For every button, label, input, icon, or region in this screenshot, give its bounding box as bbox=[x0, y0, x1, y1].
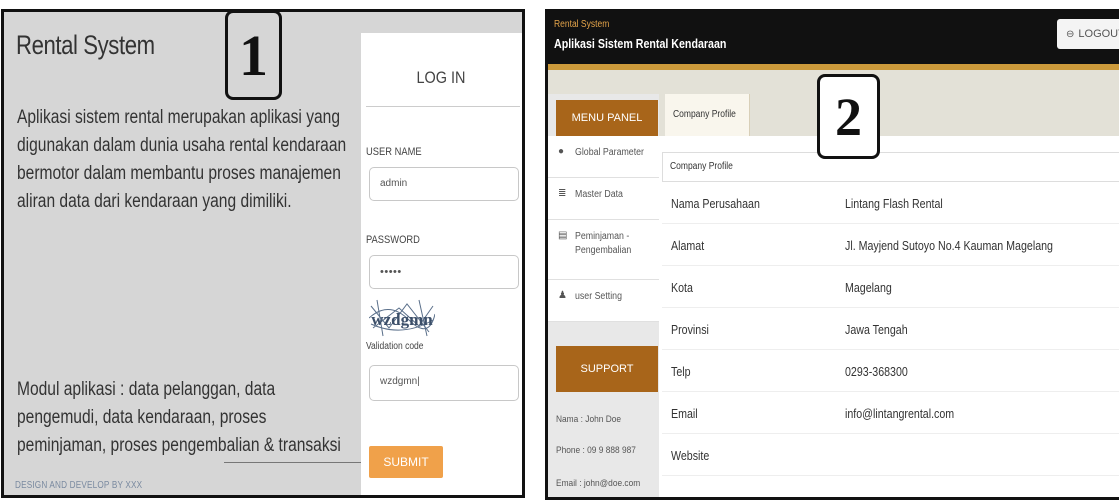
field-key: Email bbox=[671, 406, 698, 421]
table-row: Nama Perusahaan Lintang Flash Rental bbox=[662, 182, 1119, 224]
sidebar-item-label: Global Parameter bbox=[575, 147, 644, 158]
support-email: Email : john@doe.com bbox=[556, 478, 641, 489]
table-row: Kota Magelang bbox=[662, 266, 1119, 308]
username-input[interactable]: admin bbox=[369, 167, 519, 201]
login-heading: LOG IN bbox=[416, 68, 466, 87]
login-divider bbox=[366, 106, 520, 107]
field-key: Kota bbox=[671, 280, 693, 295]
validation-code-input[interactable]: wzdgmn| bbox=[369, 365, 519, 401]
sidebar: MENU PANEL ● Global Parameter ≣ Master D… bbox=[548, 94, 659, 497]
database-icon: ≣ bbox=[558, 188, 567, 199]
table-row: Telp 0293-368300 bbox=[662, 350, 1119, 392]
sidebar-item-peminjaman[interactable]: ▤ Peminjaman - Pengembalian bbox=[548, 220, 659, 280]
module-description: Modul aplikasi : data pelanggan, data pe… bbox=[17, 379, 341, 456]
validation-label: Validation code bbox=[366, 341, 424, 352]
tab-bar: Company Profile bbox=[659, 94, 1119, 136]
company-profile-table: Nama Perusahaan Lintang Flash Rental Alam… bbox=[662, 182, 1119, 476]
document-icon: ▤ bbox=[558, 230, 568, 241]
main-content: Company Profile Company Profile Nama Per… bbox=[659, 94, 1119, 497]
support-name: Nama : John Doe bbox=[556, 414, 622, 425]
field-value: info@lintangrental.com bbox=[845, 406, 955, 421]
screenshot-stage: Rental System Aplikasi sistem rental mer… bbox=[0, 0, 1119, 500]
table-row: Website bbox=[662, 434, 1119, 476]
sidebar-item-master-data[interactable]: ≣ Master Data bbox=[548, 178, 659, 220]
tab-label: Company Profile bbox=[673, 109, 736, 120]
table-row: Email info@lintangrental.com bbox=[662, 392, 1119, 434]
username-label: USER NAME bbox=[366, 146, 422, 158]
table-row: Alamat Jl. Mayjend Sutoyo No.4 Kauman Mag… bbox=[662, 224, 1119, 266]
field-value: Magelang bbox=[845, 280, 892, 295]
support-phone: Phone : 09 9 888 987 bbox=[556, 445, 636, 456]
app-description: Aplikasi sistem rental merupakan aplikas… bbox=[17, 107, 347, 212]
support-title: SUPPORT bbox=[556, 346, 658, 392]
sidebar-item-user-setting[interactable]: ♟ user Setting bbox=[548, 280, 659, 322]
card-title: Company Profile bbox=[670, 161, 733, 172]
sidebar-item-global-parameter[interactable]: ● Global Parameter bbox=[548, 136, 659, 178]
sidebar-item-label: user Setting bbox=[575, 291, 622, 302]
field-key: Alamat bbox=[671, 238, 705, 253]
sidebar-menu: ● Global Parameter ≣ Master Data ▤ Pemin… bbox=[548, 136, 659, 322]
password-input[interactable]: ••••• bbox=[369, 255, 519, 289]
field-key: Provinsi bbox=[671, 322, 709, 337]
field-value: 0293-368300 bbox=[845, 364, 908, 379]
tab-company-profile[interactable]: Company Profile bbox=[665, 94, 750, 136]
top-navbar: Rental System Aplikasi Sistem Rental Ken… bbox=[548, 12, 1119, 64]
table-row: Provinsi Jawa Tengah bbox=[662, 308, 1119, 350]
sidebar-item-label: Master Data bbox=[575, 189, 623, 200]
menu-panel-title: MENU PANEL bbox=[556, 100, 658, 136]
field-key: Website bbox=[671, 448, 710, 463]
sidebar-item-label-group: Peminjaman - Pengembalian bbox=[575, 230, 631, 258]
step-marker-2: 2 bbox=[817, 74, 880, 159]
field-key: Nama Perusahaan bbox=[671, 196, 760, 211]
sidebar-item-label: Peminjaman - bbox=[575, 231, 630, 242]
card-header: Company Profile bbox=[662, 152, 1119, 182]
step-marker-1: 1 bbox=[225, 10, 282, 100]
captcha-text: wzdgmn bbox=[371, 310, 433, 329]
field-key: Telp bbox=[671, 364, 691, 379]
map-marker-icon: ● bbox=[558, 146, 565, 157]
logout-button[interactable]: ⊖LOGOUT bbox=[1057, 19, 1119, 49]
logout-icon: ⊖ bbox=[1066, 29, 1075, 40]
submit-button[interactable]: SUBMIT bbox=[369, 446, 443, 478]
field-value: Lintang Flash Rental bbox=[845, 196, 943, 211]
page-title: Rental System bbox=[16, 30, 155, 60]
user-icon: ♟ bbox=[558, 290, 567, 301]
field-value: Jawa Tengah bbox=[845, 322, 908, 337]
field-value: Jl. Mayjend Sutoyo No.4 Kauman Magelang bbox=[845, 238, 1053, 253]
footer-credit: DESIGN AND DEVELOP BY XXX bbox=[15, 480, 143, 491]
login-form: LOG IN USER NAME admin PASSWORD ••••• wz… bbox=[361, 33, 522, 495]
brand-title[interactable]: Aplikasi Sistem Rental Kendaraan bbox=[554, 36, 726, 51]
password-label: PASSWORD bbox=[366, 234, 420, 246]
captcha-image: wzdgmn bbox=[369, 298, 435, 338]
logout-label: LOGOUT bbox=[1078, 28, 1119, 40]
sidebar-item-label-line2: Pengembalian bbox=[575, 245, 632, 256]
brand-subtitle[interactable]: Rental System bbox=[554, 19, 609, 30]
